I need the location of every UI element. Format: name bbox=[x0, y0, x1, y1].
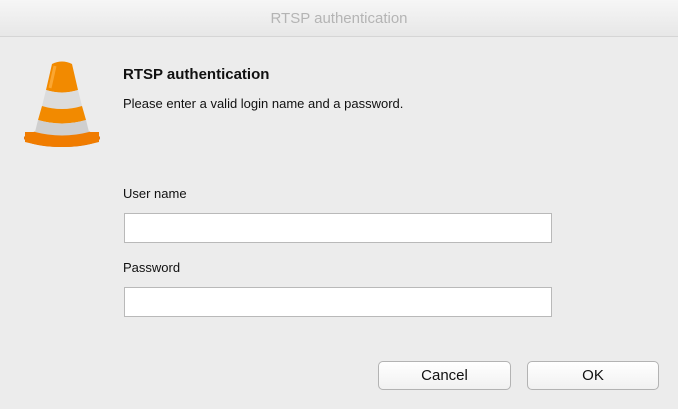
dialog-heading: RTSP authentication bbox=[123, 66, 270, 83]
cancel-button[interactable]: Cancel bbox=[378, 361, 511, 390]
ok-button[interactable]: OK bbox=[527, 361, 659, 390]
window-title: RTSP authentication bbox=[270, 10, 408, 27]
dialog-message: Please enter a valid login name and a pa… bbox=[123, 96, 404, 111]
title-bar[interactable]: RTSP authentication bbox=[0, 0, 678, 37]
vlc-cone-icon bbox=[24, 61, 100, 147]
rtsp-auth-dialog: RTSP authentication RTSP authentication … bbox=[0, 0, 678, 409]
password-label: Password bbox=[123, 260, 181, 275]
username-input[interactable] bbox=[124, 213, 552, 243]
password-input[interactable] bbox=[124, 287, 552, 317]
username-label: User name bbox=[123, 186, 187, 201]
